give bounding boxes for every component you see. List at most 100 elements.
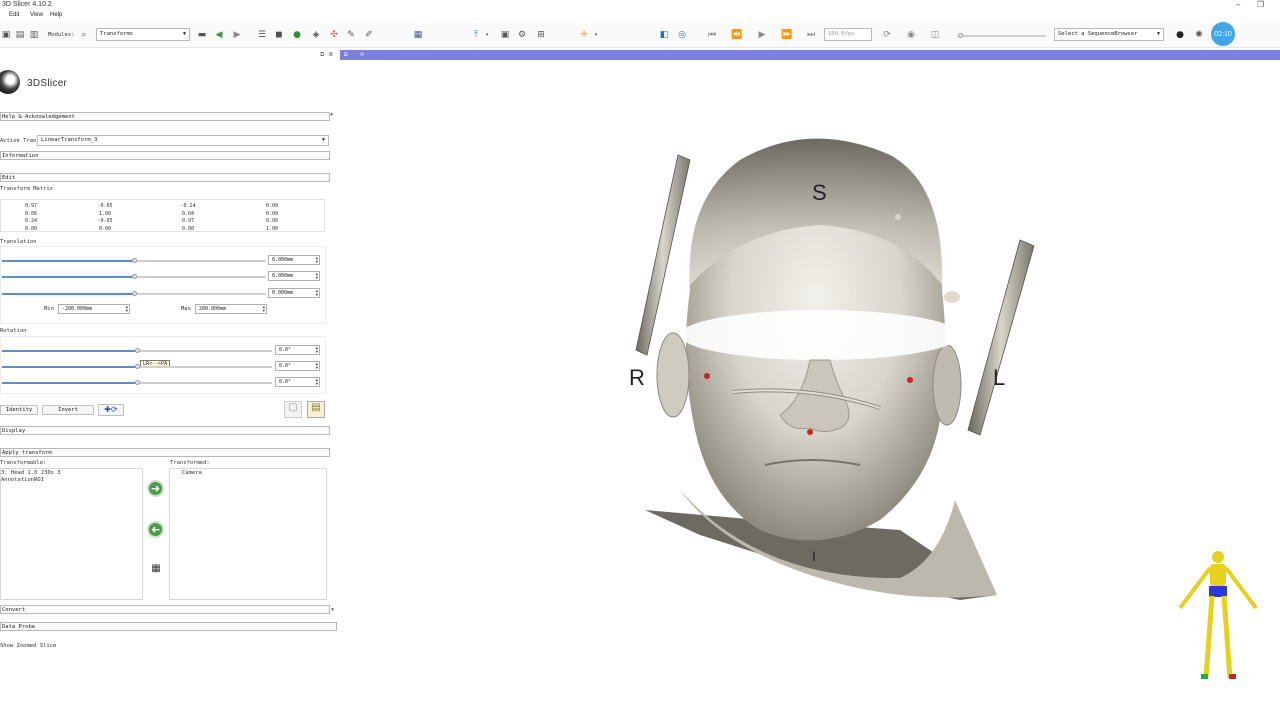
module-history-icon[interactable]: ▬ <box>196 29 208 41</box>
view-options-icon[interactable]: ⊞ <box>535 29 547 41</box>
scroll-down-icon[interactable]: ▼ <box>331 607 334 613</box>
forward-icon[interactable]: ▶ <box>231 29 243 41</box>
menu-edit[interactable]: Edit <box>9 12 19 18</box>
extension-manager-icon[interactable]: ◧ <box>658 29 670 41</box>
crosshair-icon[interactable]: ✛ <box>578 29 590 41</box>
sequence-slider-handle[interactable] <box>958 33 963 38</box>
translation-spinbox[interactable]: 0.000mm ▲ ▼ <box>268 288 320 298</box>
paste-icon[interactable]: ▤ <box>307 401 325 418</box>
mouse-mode-dropdown-icon[interactable]: ▾ <box>481 29 493 41</box>
translation-slider-handle[interactable] <box>132 291 137 296</box>
convert-section-header[interactable]: Convert <box>0 605 330 614</box>
volumes-icon[interactable]: ◼ <box>273 29 285 41</box>
matrix-cell[interactable]: -0.05 <box>65 203 145 209</box>
layout-icon[interactable]: ▦ <box>412 29 424 41</box>
translation-slider-handle[interactable] <box>132 258 137 263</box>
translation-spinbox[interactable]: 0.000mm ▲ ▼ <box>268 255 320 265</box>
dicom-icon[interactable]: ▤ <box>14 29 26 41</box>
load-data-icon[interactable]: ▣ <box>0 29 12 41</box>
fiducial-marker[interactable] <box>807 429 813 435</box>
matrix-cell[interactable]: 0.04 <box>148 211 228 217</box>
rotation-slider-handle[interactable] <box>135 380 140 385</box>
extensions-icon[interactable]: ⚙ <box>516 29 528 41</box>
invert-button[interactable]: Invert <box>42 405 94 415</box>
sequence-slider[interactable] <box>960 35 1046 37</box>
copy-icon[interactable]: ▢ <box>284 401 302 418</box>
menu-help[interactable]: Help <box>50 12 62 18</box>
close-icon[interactable]: ⊠ <box>329 51 333 58</box>
untransform-selected-button[interactable]: ➜ <box>147 521 164 538</box>
matrix-cell[interactable]: 0.00 <box>232 203 312 209</box>
expand-icon[interactable]: ✣ <box>360 50 364 58</box>
fiducial-marker[interactable] <box>704 373 710 379</box>
snapshot-icon[interactable]: ◫ <box>929 29 941 41</box>
display-section-header[interactable]: Display <box>0 426 330 435</box>
camera-icon[interactable]: ● <box>1174 29 1186 41</box>
list-item[interactable]: AnnotationROI <box>1 477 44 483</box>
max-spinbox[interactable]: 200.000mm ▲ ▼ <box>195 304 267 314</box>
first-frame-icon[interactable]: ⏮ <box>706 29 718 41</box>
min-spinbox[interactable]: -200.000mm ▲ ▼ <box>58 304 130 314</box>
pin-icon[interactable]: ⊟ <box>344 51 348 58</box>
loop-icon[interactable]: ⟳ <box>881 29 893 41</box>
rotation-slider-handle[interactable] <box>135 348 140 353</box>
translation-spinbox[interactable]: 0.000mm ▲ ▼ <box>268 271 320 281</box>
rotation-slider-handle[interactable] <box>135 364 140 369</box>
matrix-cell[interactable]: 0.00 <box>0 226 71 232</box>
split-transform-button[interactable]: ✚⟳ <box>98 404 124 416</box>
back-icon[interactable]: ◀ <box>213 29 225 41</box>
fps-spinbox[interactable]: 100.0fps <box>824 28 872 41</box>
show-zoomed-slice-checkbox[interactable]: Show Zoomed Slice <box>0 643 56 649</box>
list-item[interactable]: 3: Head 1.0 J30x 3 <box>1 470 61 476</box>
crosshair-tool-icon[interactable]: ✐ <box>363 29 375 41</box>
menu-view[interactable]: View <box>30 12 43 18</box>
record-icon[interactable]: ◉ <box>905 29 917 41</box>
segment-editor-icon[interactable]: ✎ <box>345 29 357 41</box>
data-module-icon[interactable]: ☰ <box>256 29 268 41</box>
translation-slider-handle[interactable] <box>132 274 137 279</box>
scroll-up-icon[interactable]: ▲ <box>330 111 333 117</box>
matrix-cell[interactable]: -0.24 <box>148 203 228 209</box>
list-item[interactable]: Camera <box>182 470 202 476</box>
sequence-browser-selector[interactable]: Select a SequenceBrowser ▼ <box>1054 28 1164 41</box>
matrix-cell[interactable]: 0.06 <box>0 211 71 217</box>
information-section-header[interactable]: Information <box>0 151 330 160</box>
next-frame-icon[interactable]: ⏩ <box>781 29 793 41</box>
transforms-icon[interactable]: ◈ <box>310 29 322 41</box>
rotation-spinbox[interactable]: 0.0° ▲ ▼ <box>275 377 320 387</box>
transform-selected-button[interactable]: ➜ <box>147 480 164 497</box>
apply-transform-section-header[interactable]: Apply transform <box>0 448 330 457</box>
minimize-button[interactable]: – <box>1236 0 1240 9</box>
module-search-icon[interactable]: ⌕ <box>78 29 90 41</box>
help-section-header[interactable]: Help & Acknowledgement <box>0 112 330 121</box>
edit-section-header[interactable]: Edit <box>0 173 330 182</box>
save-icon[interactable]: ▥ <box>28 29 40 41</box>
restore-button[interactable]: ❐ <box>1257 0 1264 9</box>
matrix-cell[interactable]: 1.00 <box>65 211 145 217</box>
matrix-cell[interactable]: -0.05 <box>65 218 145 224</box>
identity-button[interactable]: Identity <box>0 405 38 415</box>
matrix-cell[interactable]: 0.97 <box>148 218 228 224</box>
matrix-cell[interactable]: 1.00 <box>232 226 312 232</box>
float-icon[interactable]: ⧉ <box>320 51 324 59</box>
matrix-cell[interactable]: 0.00 <box>232 211 312 217</box>
data-probe-section-header[interactable]: Data Probe <box>0 622 337 631</box>
rotation-spinbox[interactable]: 0.0° ▲ ▼ <box>275 361 320 371</box>
3d-scene[interactable] <box>340 60 1280 720</box>
python-console-icon[interactable]: ◎ <box>676 29 688 41</box>
crosshair-dropdown-icon[interactable]: ▾ <box>590 29 602 41</box>
last-frame-icon[interactable]: ⏭ <box>805 29 817 41</box>
fiducial-marker[interactable] <box>907 377 913 383</box>
transformable-list[interactable]: 3: Head 1.0 J30x 3 AnnotationROI <box>0 468 143 600</box>
screenshot-icon[interactable]: ▣ <box>499 29 511 41</box>
matrix-cell[interactable]: 0.24 <box>0 218 71 224</box>
transformed-list[interactable]: Camera <box>169 468 327 600</box>
play-icon[interactable]: ▶ <box>756 29 768 41</box>
transform-matrix-table[interactable]: 0.97 -0.05 -0.24 0.00 0.06 1.00 0.04 0.00 0.24 -0… <box>0 199 325 232</box>
matrix-cell[interactable]: 0.97 <box>0 203 71 209</box>
previous-frame-icon[interactable]: ⏪ <box>731 29 743 41</box>
3d-view[interactable]: S R L I <box>340 60 1280 720</box>
harden-transform-icon[interactable]: ▦ <box>148 563 164 579</box>
module-selector[interactable]: Transforms ▼ <box>96 28 190 41</box>
center-view-icon[interactable]: ✺ <box>1193 29 1205 41</box>
